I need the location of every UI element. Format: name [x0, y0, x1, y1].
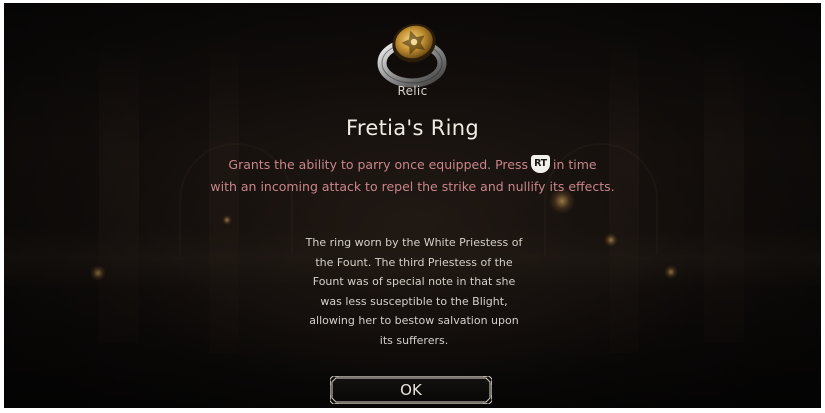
rt-button-icon: RT [530, 155, 550, 173]
effect-text-after: in time [552, 157, 597, 172]
lore-line: allowing her to bestow salvation upon [309, 314, 519, 328]
lore-line: The ring worn by the White Priestess of [305, 236, 523, 249]
item-category: Relic [397, 84, 428, 98]
candle-glow [664, 265, 678, 279]
effect-line-2: with an incoming attack to repel the str… [210, 179, 615, 194]
lore-line: the Fount. The third Priestess of the [315, 255, 513, 269]
effect-line-1: Grants the ability to parry once equippe… [174, 154, 651, 176]
item-title: Fretia's Ring [346, 116, 479, 140]
ok-button[interactable]: OK [330, 376, 492, 404]
lore-line: was less susceptible to the Blight, [320, 294, 508, 308]
item-lore-text: The ring worn by the White Priestess of … [299, 233, 529, 351]
candle-glow [604, 233, 618, 247]
lore-line: its sufferers. [379, 333, 449, 347]
ring-icon [377, 23, 447, 88]
effect-text-before: Grants the ability to parry once equippe… [228, 157, 528, 172]
lore-line: Fount was of special note in that she [312, 275, 516, 289]
item-dialog: Relic Fretia's Ring Grants the ability t… [4, 3, 821, 408]
candle-glow [90, 265, 106, 281]
candle-glow [222, 215, 232, 225]
item-effect-description: Grants the ability to parry once equippe… [174, 154, 651, 198]
